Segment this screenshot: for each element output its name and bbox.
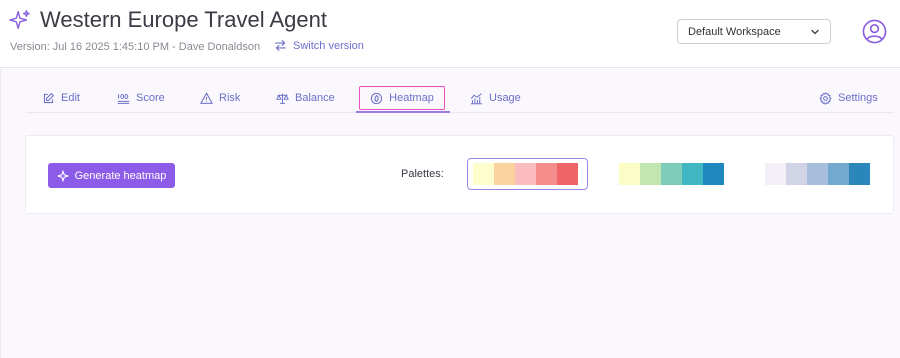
chevron-down-icon <box>811 29 819 34</box>
palette-option-2[interactable] <box>619 163 724 185</box>
swap-arrows-icon <box>275 40 286 51</box>
tab-score-label: Score <box>136 92 165 104</box>
palette-swatch <box>661 163 682 185</box>
edit-icon <box>43 92 54 103</box>
palette-option-3[interactable] <box>765 163 870 185</box>
switch-version-label: Switch version <box>293 39 364 52</box>
workspace-select[interactable]: Default Workspace <box>677 19 831 44</box>
palette-swatch <box>682 163 703 185</box>
tab-usage-label: Usage <box>489 92 521 104</box>
page-title: Western Europe Travel Agent <box>40 7 327 32</box>
tab-heatmap[interactable]: Heatmap <box>359 86 445 110</box>
tab-risk-label: Risk <box>219 92 241 104</box>
warning-icon <box>200 92 213 104</box>
palette-swatch <box>557 163 578 185</box>
tab-score[interactable]: Score <box>117 83 165 113</box>
palette-swatch <box>494 163 515 185</box>
palette-swatch <box>849 163 870 185</box>
tab-edit[interactable]: Edit <box>42 83 80 113</box>
sparkle-icon <box>57 169 69 182</box>
usage-chart-icon <box>470 92 483 104</box>
switch-version-link[interactable]: Switch version <box>274 39 364 52</box>
tab-balance-label: Balance <box>295 92 335 104</box>
tab-balance[interactable]: Balance <box>276 83 335 113</box>
tab-usage[interactable]: Usage <box>470 83 521 113</box>
palette-swatch <box>765 163 786 185</box>
main-panel: Edit Score Risk Balance Heatmap Usage Se… <box>0 69 900 358</box>
app-header: Western Europe Travel Agent Version: Jul… <box>0 0 900 68</box>
palette-swatch <box>515 163 536 185</box>
generate-heatmap-button[interactable]: Generate heatmap <box>48 163 175 188</box>
tab-settings-label: Settings <box>838 92 878 104</box>
palettes-label: Palettes: <box>401 168 444 180</box>
palette-swatch <box>786 163 807 185</box>
palette-swatch <box>828 163 849 185</box>
balance-scale-icon <box>276 93 289 104</box>
palette-swatch <box>473 163 494 185</box>
workspace-value: Default Workspace <box>688 25 781 38</box>
score-100-icon <box>117 93 130 104</box>
palette-swatch <box>807 163 828 185</box>
version-text: Version: Jul 16 2025 1:45:10 PM - Dave D… <box>10 41 261 53</box>
user-icon[interactable] <box>862 19 887 44</box>
palette-option-1[interactable] <box>473 163 578 185</box>
heatmap-card: Generate heatmap Palettes: <box>25 135 894 214</box>
palette-swatch <box>619 163 640 185</box>
tab-bar: Edit Score Risk Balance Heatmap Usage Se… <box>26 83 894 113</box>
sparkle-icon <box>9 10 30 29</box>
active-tab-indicator <box>356 111 450 113</box>
divider <box>0 69 1 358</box>
tab-risk[interactable]: Risk <box>200 83 240 113</box>
tab-edit-label: Edit <box>61 92 80 104</box>
palette-swatch <box>703 163 724 185</box>
tab-heatmap-label: Heatmap <box>389 92 434 104</box>
palette-swatch <box>536 163 557 185</box>
gear-icon <box>819 91 832 105</box>
palette-swatch <box>640 163 661 185</box>
generate-heatmap-label: Generate heatmap <box>74 169 167 182</box>
tab-settings[interactable]: Settings <box>819 83 878 113</box>
heatmap-icon <box>371 92 383 104</box>
